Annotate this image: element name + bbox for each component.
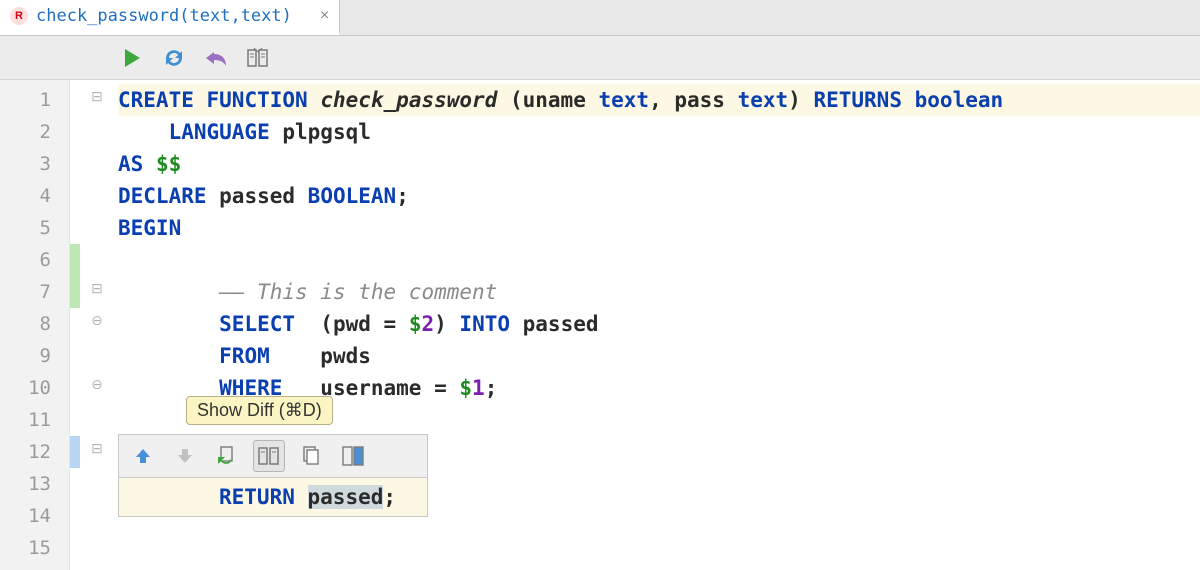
refresh-button[interactable] [160, 44, 188, 72]
run-button[interactable] [118, 44, 146, 72]
side-by-side-icon [342, 446, 364, 466]
line-number: 10 [0, 372, 69, 404]
line-number: 5 [0, 212, 69, 244]
line-number: 14 [0, 500, 69, 532]
code-line: —— This is the comment [118, 276, 1200, 308]
vcs-change-marker[interactable] [70, 436, 80, 468]
diff-button[interactable] [244, 44, 272, 72]
line-number: 6 [0, 244, 69, 276]
line-number: 4 [0, 180, 69, 212]
fold-end-icon[interactable]: ⊟ [88, 440, 106, 457]
code-line: LANGUAGE plpgsql [118, 116, 1200, 148]
code-line [118, 244, 1200, 276]
play-icon [123, 48, 141, 68]
line-gutter: 1 2 3 4 5 6 7 8 9 10 11 12 13 14 15 [0, 80, 70, 570]
hunk-toolbar [118, 434, 428, 478]
rollback-icon [217, 446, 237, 466]
line-number: 9 [0, 340, 69, 372]
code-line: AS $$ [118, 148, 1200, 180]
diff-hunk-popup: Show Diff (⌘D) [118, 434, 428, 517]
line-number: 2 [0, 116, 69, 148]
copy-button[interactable] [295, 440, 327, 472]
line-number: 11 [0, 404, 69, 436]
line-number: 8 [0, 308, 69, 340]
line-number: 1 [0, 84, 69, 116]
tab-bar: R check_password(text,text) × [0, 0, 1200, 36]
arrow-down-icon [176, 447, 194, 465]
undo-icon [204, 48, 228, 68]
vcs-change-marker[interactable] [70, 244, 80, 308]
code-line: CREATE FUNCTION check_password (uname te… [118, 84, 1200, 116]
fold-column: ⊟ ⊟ ⊖ ⊖ ⊟ [70, 80, 118, 570]
next-change-button[interactable] [169, 440, 201, 472]
rollback-change-button[interactable] [211, 440, 243, 472]
fold-toggle-icon[interactable]: ⊟ [88, 88, 106, 105]
tooltip: Show Diff (⌘D) [186, 396, 333, 425]
line-number: 7 [0, 276, 69, 308]
prev-change-button[interactable] [127, 440, 159, 472]
show-diff-button[interactable] [253, 440, 285, 472]
code-line: DECLARE passed BOOLEAN; [118, 180, 1200, 212]
tab-label: check_password(text,text) [36, 6, 292, 26]
editor-toolbar [0, 36, 1200, 80]
hunk-line: RETURN passed; [219, 482, 427, 512]
refresh-icon [162, 47, 186, 69]
arrow-up-icon [134, 447, 152, 465]
close-icon[interactable]: × [320, 7, 329, 25]
fold-end-icon[interactable]: ⊖ [88, 376, 106, 393]
hunk-preview: RETURN passed; [118, 478, 428, 517]
diff-icon [247, 47, 269, 69]
line-number: 15 [0, 532, 69, 564]
code-editor[interactable]: 1 2 3 4 5 6 7 8 9 10 11 12 13 14 15 ⊟ ⊟ … [0, 80, 1200, 570]
fold-toggle-icon[interactable]: ⊟ [88, 280, 106, 297]
side-by-side-button[interactable] [337, 440, 369, 472]
code-line: SELECT (pwd = $2) INTO passed [118, 308, 1200, 340]
fold-toggle-icon[interactable]: ⊖ [88, 312, 106, 329]
editor-tab[interactable]: R check_password(text,text) × [0, 0, 340, 35]
routine-icon: R [10, 7, 28, 25]
line-number: 13 [0, 468, 69, 500]
copy-icon [301, 446, 321, 466]
code-line: FROM pwds [118, 340, 1200, 372]
code-line: BEGIN [118, 212, 1200, 244]
line-number: 12 [0, 436, 69, 468]
line-number: 3 [0, 148, 69, 180]
diff-icon [258, 445, 280, 467]
revert-button[interactable] [202, 44, 230, 72]
